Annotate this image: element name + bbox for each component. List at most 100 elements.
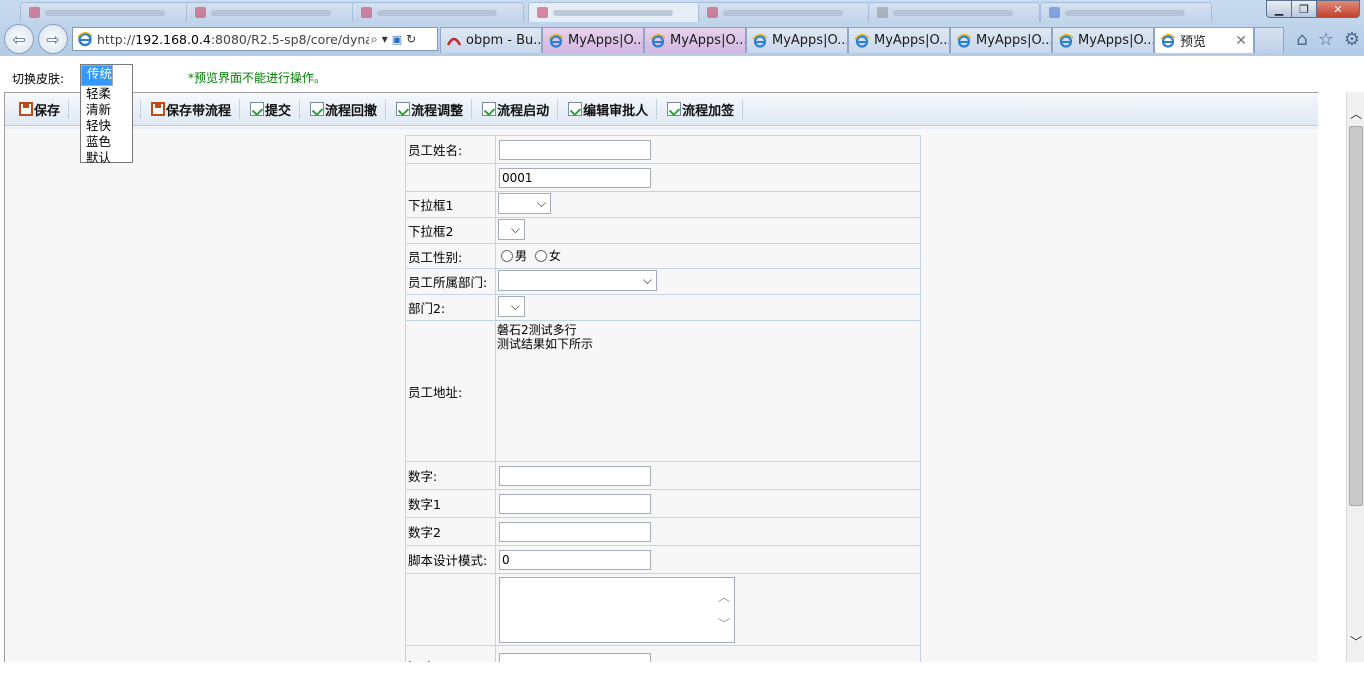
script-mode-label: 脚本设计模式: [405,545,496,574]
skin-option[interactable]: 默认 [81,150,132,166]
tab-myapps[interactable]: MyApps|O... [848,27,950,53]
dropdown2-select[interactable]: ⌵ [498,218,525,240]
tab-preview[interactable]: 预览 ✕ [1154,27,1254,53]
skin-select-list[interactable]: 传统 轻柔 清新 轻快 蓝色 默认 [80,64,133,166]
empty-label [405,573,496,646]
scroll-up-arrow-icon[interactable]: ︿ [1347,104,1364,122]
number2-input[interactable] [499,521,651,542]
tab-myapps[interactable]: MyApps|O... [542,27,644,53]
gear-icon[interactable]: ⚙ [1344,29,1360,50]
tab-myapps[interactable]: MyApps|O... [1052,27,1154,53]
tab-label: MyApps|O... [874,33,950,48]
employee-form: 员工姓名: 0001 下拉框1 ⌵ 下拉框2 ⌵ 员工性别: 男 女 员工所属部… [405,135,921,662]
tab-myapps[interactable]: MyApps|O... [746,27,848,53]
background-tab[interactable] [352,2,524,22]
ie-icon [650,33,666,48]
ie-icon [1058,33,1074,48]
tab-myapps[interactable]: MyApps|O... [644,27,746,53]
address-value: 磐石2测试多行 测试结果如下所示 [495,320,921,462]
window-controls: ▁ ❐ ✕ [1266,0,1360,18]
save-with-flow-button[interactable]: 保存带流程 [149,99,241,119]
flow-start-button[interactable]: 流程启动 [480,99,559,119]
minimize-button[interactable]: ▁ [1266,0,1292,18]
form-row: 下拉框2 ⌵ [405,217,921,244]
address-bar[interactable]: http://192.168.0.4:8080/R2.5-sp8/core/dy… [72,27,438,51]
department2-select[interactable]: ⌵ [498,295,525,317]
flow-start-label: 流程启动 [497,103,550,119]
favorites-star-icon[interactable]: ☆ [1318,29,1334,50]
tab-obpm[interactable]: obpm - Bu... [440,27,542,53]
forward-arrow-icon: ⇨ [46,29,60,49]
dropdown2-label: 下拉框2 [405,217,496,244]
home-icon[interactable]: ⌂ [1296,29,1307,50]
scroll-up-icon: ︿ [717,589,730,604]
skin-option[interactable]: 传统 [81,65,114,86]
search-icon[interactable]: ⌕ [371,32,378,47]
vertical-scrollbar[interactable]: ︿ ﹀ [1346,92,1364,662]
flow-adjust-label: 流程调整 [411,103,464,119]
ie-icon [548,33,564,48]
skin-option[interactable]: 蓝色 [81,134,132,150]
number-input[interactable] [499,465,651,486]
obpm-logo-icon [446,37,462,46]
forward-button[interactable]: ⇨ [38,24,68,54]
background-tab[interactable] [868,2,1040,22]
flow-recall-button[interactable]: 流程回撤 [308,99,387,119]
number1-input[interactable] [499,493,651,514]
background-tab[interactable] [1040,2,1212,22]
save-button[interactable]: 保存 [17,99,70,119]
skin-option[interactable]: 轻快 [81,118,132,134]
skin-option[interactable]: 轻柔 [81,86,132,102]
dropdown-arrow-icon[interactable]: ▾ [382,32,388,46]
tab-label: MyApps|O... [1078,33,1154,48]
scroll-thumb[interactable] [1349,126,1363,506]
background-tab[interactable] [528,2,700,22]
skin-label: 切换皮肤: [12,72,65,86]
refresh-icon[interactable]: ↻ [406,32,416,46]
preview-notice: *预览界面不能进行操作。 [188,71,327,85]
form-row: 数字: [405,461,921,490]
address-line: 磐石2测试多行 [497,323,577,337]
save-with-flow-label: 保存带流程 [166,103,232,119]
background-window-tabs [0,0,1255,22]
background-tab[interactable] [186,2,358,22]
scroll-down-arrow-icon[interactable]: ﹀ [1347,632,1364,650]
form-toolbar: 保存 保存带流程 提交 流程回撤 流程调整 流程启动 编辑审批人 流程加签 [5,93,1318,129]
back-button[interactable]: ⇦ [4,24,34,54]
employee-name-input[interactable] [499,139,651,160]
form-row: 数字1 [405,489,921,518]
test-input[interactable] [499,653,651,662]
flow-countersign-button[interactable]: 流程加签 [665,99,744,119]
script-mode-input[interactable]: 0 [499,549,651,570]
form-row: 脚本设计模式: 0 [405,545,921,574]
background-tab[interactable] [698,2,870,22]
save-label: 保存 [34,103,61,119]
save-icon [151,102,166,116]
tab-myapps[interactable]: MyApps|O... [950,27,1052,53]
skin-option[interactable]: 清新 [81,102,132,118]
employee-id-input[interactable]: 0001 [499,167,651,188]
multiline-textarea[interactable]: ︿ ﹀ [499,576,735,643]
chevron-down-icon: ⌵ [510,298,520,313]
gender-label: 员工性别: [405,243,496,269]
dropdown1-select[interactable]: ⌵ [498,192,551,214]
gender-female-radio[interactable]: 女 [534,247,561,264]
form-row: 0001 [405,163,921,192]
tab-label: 预览 [1180,35,1207,50]
close-window-button[interactable]: ✕ [1316,0,1360,18]
form-row: 员工地址: 磐石2测试多行 测试结果如下所示 [405,320,921,462]
employee-name-label: 员工姓名: [405,135,496,164]
tab-label: MyApps|O... [772,33,848,48]
close-tab-icon[interactable]: ✕ [1235,33,1247,49]
edit-approver-button[interactable]: 编辑审批人 [566,99,658,119]
compatibility-view-icon[interactable]: ▣ [392,33,402,46]
maximize-button[interactable]: ❐ [1291,0,1317,18]
flow-adjust-button[interactable]: 流程调整 [394,99,473,119]
department-select[interactable]: ⌵ [498,269,657,291]
new-tab-button[interactable] [1254,27,1284,53]
flow-countersign-label: 流程加签 [682,103,735,119]
gender-male-radio[interactable]: 男 [501,247,527,264]
address-label: 员工地址: [405,320,496,462]
background-tab[interactable] [20,2,192,22]
submit-button[interactable]: 提交 [248,99,301,119]
